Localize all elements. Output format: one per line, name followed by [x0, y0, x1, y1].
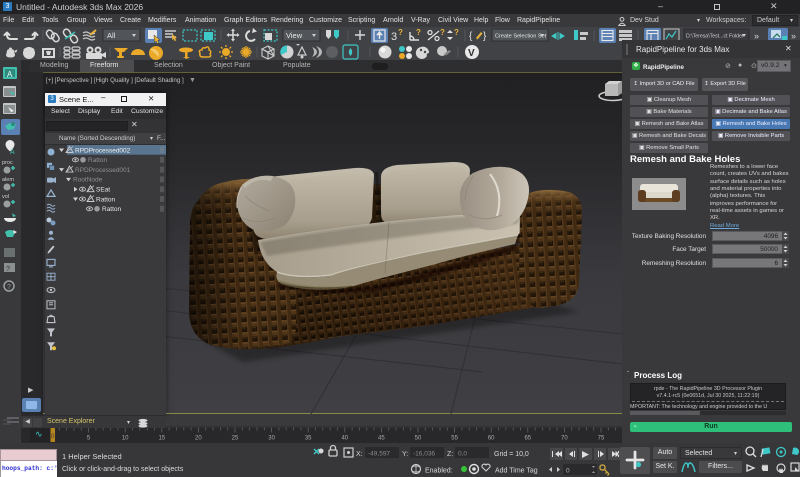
svg-text:All: All: [107, 31, 116, 40]
svg-text:0,0: 0,0: [458, 451, 467, 458]
svg-text:Create Selection Set: Create Selection Set: [495, 34, 547, 40]
svg-text:60: 60: [488, 436, 495, 442]
svg-text:Enabled:: Enabled:: [425, 468, 453, 475]
svg-text:proc: proc: [2, 160, 13, 166]
svg-text:30: 30: [268, 436, 275, 442]
svg-text:?: ?: [398, 28, 403, 37]
svg-text:?: ?: [416, 28, 421, 37]
svg-text:50: 50: [415, 436, 422, 442]
svg-text:35: 35: [305, 436, 312, 442]
svg-text:65: 65: [524, 436, 531, 442]
svg-text:D:\Teresa\Test...ct Folder: D:\Teresa\Test...ct Folder: [686, 34, 744, 40]
svg-text:X:: X:: [356, 451, 363, 458]
svg-text:40: 40: [341, 436, 348, 442]
svg-text:vol: vol: [2, 194, 9, 200]
svg-text:Z:: Z:: [447, 451, 453, 458]
svg-text:A: A: [7, 70, 13, 79]
svg-text:RPDProcessed001: RPDProcessed001: [75, 167, 131, 174]
svg-text:70: 70: [561, 436, 568, 442]
svg-text:RPDProcessed002: RPDProcessed002: [75, 147, 131, 154]
svg-text:15: 15: [158, 436, 165, 442]
svg-text:Ratton: Ratton: [102, 206, 122, 213]
svg-text:}: }: [483, 31, 487, 42]
svg-text:Grid = 10,0: Grid = 10,0: [494, 451, 529, 458]
svg-text:-49,597: -49,597: [368, 451, 390, 458]
svg-text:3: 3: [391, 31, 397, 43]
svg-text:10: 10: [122, 436, 129, 442]
svg-text:SEat: SEat: [96, 187, 110, 194]
svg-text:?: ?: [7, 284, 11, 291]
svg-text:Add Time Tag: Add Time Tag: [495, 468, 538, 475]
svg-text:RootNode: RootNode: [73, 177, 103, 184]
svg-text:A: A: [10, 149, 15, 156]
svg-text:Ratton: Ratton: [96, 196, 116, 203]
svg-text:?: ?: [440, 28, 445, 37]
svg-text:20: 20: [195, 436, 202, 442]
svg-text:V: V: [468, 48, 475, 59]
svg-text:0: 0: [566, 468, 570, 475]
svg-text:45: 45: [378, 436, 385, 442]
svg-text:?: ?: [454, 28, 459, 37]
svg-text:55: 55: [451, 436, 458, 442]
svg-text:75: 75: [598, 436, 605, 442]
svg-text:25: 25: [232, 436, 239, 442]
svg-text:alem: alem: [2, 177, 14, 183]
svg-text:Y:: Y:: [402, 451, 408, 458]
svg-text:{: {: [469, 31, 473, 42]
svg-text:5: 5: [87, 436, 91, 442]
svg-text:Ratton: Ratton: [88, 157, 108, 164]
svg-text:View: View: [286, 31, 303, 40]
svg-text:?: ?: [6, 266, 10, 273]
svg-text:-16,036: -16,036: [413, 451, 435, 458]
